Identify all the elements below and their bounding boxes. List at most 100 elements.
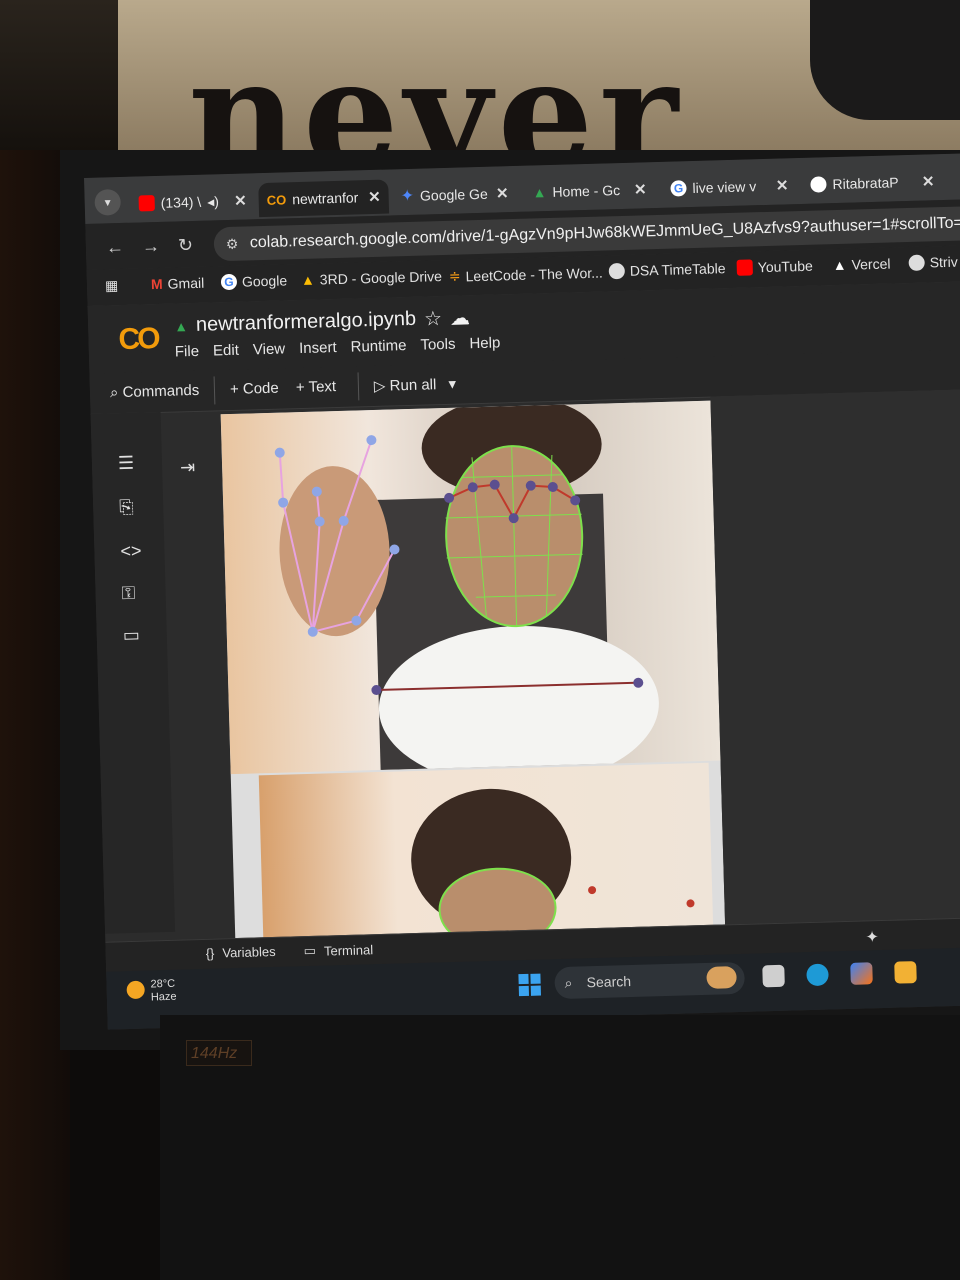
close-icon[interactable]: ✕: [776, 176, 789, 194]
tab-search-button[interactable]: ▾: [94, 188, 122, 216]
menu-runtime[interactable]: Runtime: [350, 337, 406, 356]
forward-arrow-icon[interactable]: →: [142, 236, 161, 257]
hand-landmark: [274, 447, 285, 458]
task-view-icon[interactable]: [762, 964, 785, 988]
menu-file[interactable]: File: [175, 343, 200, 361]
webcam-frame: [220, 400, 721, 787]
commands-label: Commands: [122, 381, 200, 402]
search-highlight-icon[interactable]: [706, 966, 737, 989]
menu-tools[interactable]: Tools: [420, 336, 455, 354]
close-icon[interactable]: ✕: [368, 188, 381, 206]
tab-label: Home - Gc: [552, 182, 621, 200]
tab-drive-home[interactable]: ▲ Home - Gc ✕: [524, 172, 655, 210]
menu-view[interactable]: View: [253, 340, 286, 358]
close-icon[interactable]: ✕: [496, 184, 509, 202]
notebook-title-row: ▲ newtranformeralgo.ipynb ☆ ☁: [174, 305, 471, 338]
star-icon[interactable]: ☆: [424, 306, 443, 331]
files-folder-icon[interactable]: ▭: [122, 625, 140, 646]
bookmark-label: Striv: [929, 253, 958, 271]
output-toggle-icon[interactable]: ⇥: [180, 457, 196, 478]
left-sidebar: ☰ ⎘ <> ⚿ ▭: [90, 411, 176, 934]
site-info-icon[interactable]: ⚙: [225, 227, 239, 261]
speaker-icon: ◂): [206, 192, 220, 210]
tab-colab[interactable]: CO newtranfor ✕: [258, 179, 390, 218]
menu-insert[interactable]: Insert: [299, 339, 337, 357]
hand-landmark: [278, 497, 289, 508]
drive-icon: ▲: [532, 184, 547, 201]
run-all-button[interactable]: ▷ Run all ▾: [374, 375, 457, 395]
bookmark-drive[interactable]: ▲ 3RD - Google Drive: [301, 268, 442, 288]
gemini-icon: ✦: [400, 187, 415, 206]
tab-label: RitabrataP: [832, 174, 899, 193]
webcam-frame-second: [258, 762, 714, 945]
close-icon[interactable]: ✕: [922, 172, 935, 190]
vercel-icon: ▲: [832, 256, 847, 274]
close-icon[interactable]: ✕: [234, 191, 247, 209]
commands-button[interactable]: ⌕ Commands: [110, 382, 200, 401]
tab-label: live view v: [692, 178, 757, 197]
back-arrow-icon[interactable]: ←: [106, 237, 125, 258]
cell-output: [220, 400, 726, 945]
youtube-icon: [736, 259, 753, 276]
tab-live-view[interactable]: G live view v ✕: [662, 168, 797, 206]
reload-icon[interactable]: ↻: [178, 235, 194, 256]
notebook-title[interactable]: newtranformeralgo.ipynb: [196, 308, 417, 337]
bookmark-dsa-timetable[interactable]: DSA TimeTable: [608, 260, 726, 280]
add-text-button[interactable]: + Text: [296, 378, 337, 396]
weather-desc: Haze: [150, 990, 177, 1004]
secrets-key-icon[interactable]: ⚿: [121, 583, 135, 604]
play-icon: ▷: [373, 377, 386, 395]
notebook-canvas-empty: [710, 385, 960, 937]
search-placeholder: Search: [586, 973, 632, 991]
toolbar-divider: [213, 376, 216, 405]
bookmark-leetcode[interactable]: ≑ LeetCode - The Wor...: [449, 264, 603, 285]
drive-icon: ▲: [173, 317, 189, 335]
code-snippets-icon[interactable]: <>: [120, 541, 142, 563]
hand-landmark: [366, 435, 377, 446]
leetcode-icon: ≑: [448, 267, 461, 284]
gmail-icon: M: [150, 275, 163, 293]
bookmark-gmail[interactable]: M Gmail: [151, 275, 205, 292]
colab-logo[interactable]: CO: [118, 322, 158, 357]
edge-icon[interactable]: [806, 963, 829, 987]
find-icon[interactable]: ⎘: [119, 497, 134, 518]
gemini-sparkle-icon[interactable]: ✦: [865, 927, 879, 947]
bookmark-label: Gmail: [167, 274, 205, 292]
bookmark-vercel[interactable]: ▲ Vercel: [833, 256, 891, 274]
file-explorer-icon[interactable]: [894, 961, 917, 984]
bookmark-label: Vercel: [851, 255, 891, 273]
landmark-point: [686, 899, 695, 908]
menu-edit[interactable]: Edit: [213, 342, 239, 360]
add-code-button[interactable]: + Code: [230, 380, 279, 398]
bookmark-label: DSA TimeTable: [629, 260, 726, 279]
tab-label: Google Ge: [419, 185, 488, 204]
bookmark-google[interactable]: G Google: [220, 272, 287, 291]
weather-widget[interactable]: 28°C Haze: [126, 978, 177, 1005]
github-icon: [810, 176, 827, 193]
tab-label: (134) \: [160, 193, 202, 211]
menu-help[interactable]: Help: [469, 334, 500, 352]
variables-icon: {}: [205, 945, 215, 961]
bookmark-label: 3RD - Google Drive: [319, 268, 443, 288]
cloud-icon[interactable]: ☁: [450, 305, 471, 331]
url-text: colab.research.google.com/drive/1-gAgzVn…: [249, 213, 960, 252]
toolbar-divider: [357, 372, 360, 401]
variables-button[interactable]: {} Variables: [205, 944, 275, 961]
terminal-label: Terminal: [323, 941, 374, 959]
tab-github[interactable]: RitabrataP ✕: [802, 164, 943, 202]
chevron-down-icon[interactable]: ▾: [448, 376, 456, 393]
poster-dark-object: [810, 0, 960, 120]
tab-youtube[interactable]: (134) \ ◂) ✕: [130, 183, 255, 220]
close-icon[interactable]: ✕: [634, 180, 647, 198]
apps-grid-icon[interactable]: ▦: [105, 277, 119, 294]
bookmark-youtube[interactable]: YouTube: [736, 258, 813, 276]
copilot-icon[interactable]: [850, 962, 873, 985]
windows-start-icon[interactable]: [518, 973, 542, 997]
landmark-overlay: [274, 400, 659, 787]
tab-gemini[interactable]: ✦ Google Ge ✕: [392, 176, 517, 213]
table-of-contents-icon[interactable]: ☰: [118, 453, 135, 474]
bookmark-striver[interactable]: Striv: [908, 253, 958, 272]
terminal-button[interactable]: ▭ Terminal: [303, 941, 373, 959]
search-icon: ⌕: [564, 974, 573, 991]
google-icon: G: [220, 273, 238, 291]
